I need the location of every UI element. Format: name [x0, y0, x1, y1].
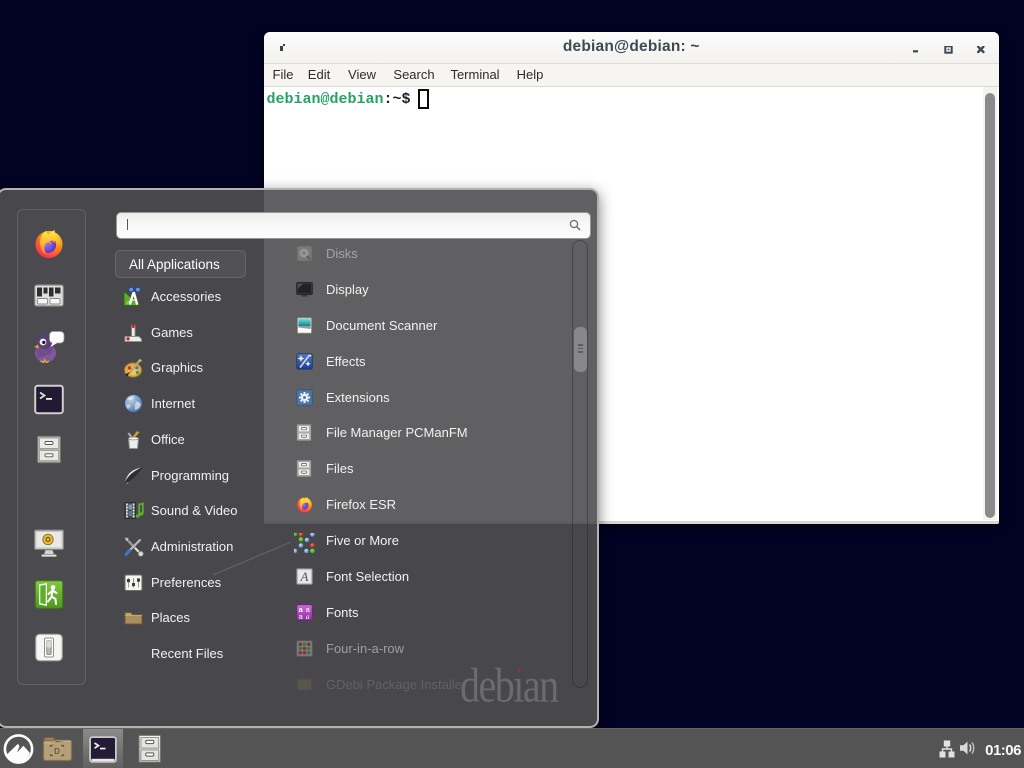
- svg-text:D: D: [54, 747, 60, 756]
- svg-text:a: a: [306, 612, 310, 621]
- svg-text:A: A: [300, 569, 309, 584]
